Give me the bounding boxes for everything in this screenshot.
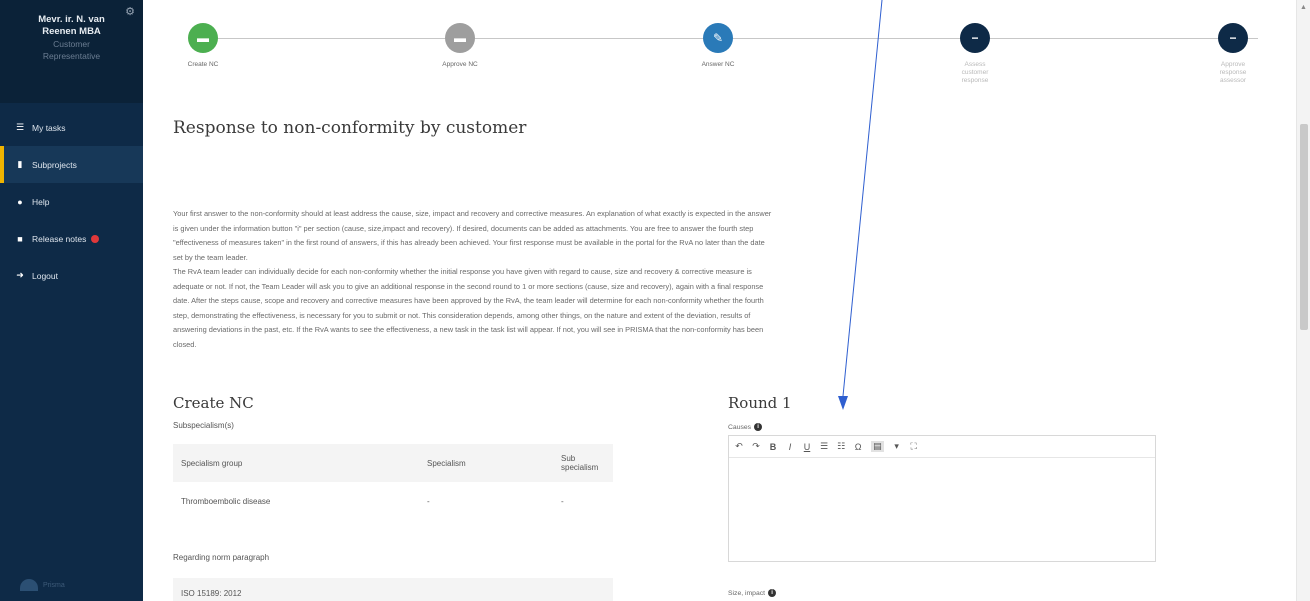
step-label-line: response — [1219, 69, 1247, 76]
section-title: Create NC — [173, 394, 254, 412]
user-name-line2: Reenen MBA — [42, 26, 101, 37]
step-answer-nc[interactable]: ✎ Answer NC — [673, 23, 763, 69]
gear-icon[interactable]: ⚙ — [125, 5, 135, 18]
info-icon[interactable]: i — [754, 423, 763, 431]
intro-line: Your first answer to the non-conformity … — [173, 209, 772, 218]
logo-text: Prisma — [43, 581, 65, 589]
step-assess-customer-response[interactable]: − Assess customer response — [930, 23, 1020, 85]
column-header: Sub specialism — [561, 454, 599, 472]
ordered-list-icon[interactable]: ☰ — [820, 441, 828, 452]
norm-paragraph-label: Regarding norm paragraph — [173, 553, 270, 562]
field-label-text: Causes — [728, 423, 752, 431]
specialism-table: Specialism group Specialism Sub speciali… — [173, 444, 613, 520]
bold-button[interactable]: B — [769, 442, 777, 452]
logout-icon: ➜ — [16, 270, 24, 280]
scrollbar-thumb[interactable] — [1300, 124, 1308, 330]
step-create-nc[interactable]: ▬ Create NC — [158, 23, 248, 69]
sidebar-nav: ☰ My tasks ▮ Subprojects ● Help ■ Releas… — [0, 109, 143, 294]
lock-icon: ▬ — [445, 23, 475, 53]
user-role-line2: Representative — [42, 51, 101, 61]
section-title: Round 1 — [728, 394, 792, 412]
pencil-icon: ✎ — [703, 23, 733, 53]
step-label-line: response — [961, 77, 989, 84]
info-icon: ● — [17, 196, 23, 207]
minus-icon: − — [960, 23, 990, 53]
step-label: Create NC — [187, 61, 219, 68]
intro-line: is given under the information button "i… — [173, 223, 754, 233]
user-panel: ⚙ Mevr. ir. N. van Reenen MBA Customer R… — [0, 0, 143, 103]
notes-icon: ■ — [17, 233, 23, 244]
scroll-up-icon[interactable]: ▲ — [1300, 4, 1307, 11]
table-row: Thromboembolic disease - - — [173, 482, 613, 520]
fullscreen-icon[interactable]: ⛶ — [910, 441, 918, 452]
special-char-icon[interactable]: Ω — [854, 442, 862, 452]
user-role-line1: Customer — [53, 39, 90, 49]
step-label: Answer NC — [701, 61, 735, 68]
page-scrollbar[interactable]: ▲ — [1296, 0, 1310, 601]
step-label-line: assessor — [1219, 77, 1246, 84]
notification-badge — [91, 234, 100, 243]
table-header-row: Specialism group Specialism Sub speciali… — [173, 444, 613, 482]
page-title: Response to non-conformity by customer — [173, 118, 527, 138]
subspecialism-label: Subspecialism(s) — [173, 421, 234, 430]
italic-button[interactable]: I — [786, 442, 794, 452]
minus-icon: − — [1218, 23, 1248, 53]
intro-line: closed. — [173, 339, 197, 349]
sidebar-item-my-tasks[interactable]: ☰ My tasks — [0, 109, 143, 146]
sidebar-item-subprojects[interactable]: ▮ Subprojects — [0, 146, 143, 183]
causes-label: Causes i — [728, 423, 1158, 431]
editor-toolbar: ↶ ↷ B I U ☰ ☷ Ω ▤ ▾ ⛶ — [729, 436, 1155, 458]
round-section: Round 1 Causes i ↶ ↷ B I U ☰ ☷ Ω ▤ ▾ ⛶ S… — [728, 394, 1158, 597]
size-impact-label: Size, impact i — [728, 589, 1158, 597]
user-name-line1: Mevr. ir. N. van — [38, 14, 105, 25]
sidebar-item-logout[interactable]: ➜ Logout — [0, 257, 143, 294]
chevron-down-icon[interactable]: ▾ — [893, 441, 901, 452]
step-label: Approve response assessor — [1188, 61, 1278, 85]
sidebar-item-label: Subprojects — [32, 159, 77, 170]
workflow-stepper: ▬ Create NC ▬ Approve NC ✎ Answer NC − A… — [143, 0, 1296, 104]
intro-line: date. After the steps cause, scope and r… — [173, 296, 764, 305]
sidebar-item-release-notes[interactable]: ■ Release notes — [0, 220, 143, 257]
step-label-line: Assess — [964, 61, 986, 68]
table-cell: - — [561, 496, 564, 506]
intro-line: The RvA team leader can individually dec… — [173, 267, 752, 276]
intro-text: Your first answer to the non-conformity … — [173, 207, 1043, 352]
bullet-list-icon[interactable]: ☷ — [837, 441, 845, 452]
step-label: Assess customer response — [930, 61, 1020, 85]
undo-icon[interactable]: ↶ — [735, 441, 743, 452]
causes-editor[interactable]: ↶ ↷ B I U ☰ ☷ Ω ▤ ▾ ⛶ — [728, 435, 1156, 562]
lock-icon: ▬ — [188, 23, 218, 53]
redo-icon[interactable]: ↷ — [752, 441, 760, 452]
prisma-logo: Prisma — [20, 579, 65, 591]
column-header: Specialism — [427, 458, 466, 468]
step-label-line: Approve — [1220, 61, 1246, 68]
table-cell: - — [427, 496, 430, 506]
sidebar-item-label: Release notes — [32, 233, 87, 244]
step-approve-nc[interactable]: ▬ Approve NC — [415, 23, 505, 69]
step-approve-response-assessor[interactable]: − Approve response assessor — [1188, 23, 1278, 85]
sidebar-item-label: Logout — [32, 270, 58, 281]
sidebar-item-help[interactable]: ● Help — [0, 183, 143, 220]
underline-button[interactable]: U — [803, 442, 811, 452]
list-icon: ☰ — [15, 122, 25, 132]
sidebar: ⚙ Mevr. ir. N. van Reenen MBA Customer R… — [0, 0, 143, 601]
column-header: Specialism group — [181, 458, 243, 468]
logo-mark-icon — [20, 579, 38, 591]
field-label-text: Size, impact — [728, 589, 766, 597]
intro-line: set by the team leader. — [173, 252, 248, 262]
create-nc-section: Create NC Subspecialism(s) Specialism gr… — [173, 394, 713, 601]
intro-line: step, demonstrating the effectiveness, i… — [173, 310, 751, 320]
step-label-line: customer — [961, 69, 989, 76]
info-icon[interactable]: i — [768, 589, 777, 597]
intro-line: "effectiveness of measures taken" in the… — [173, 238, 765, 247]
document-icon: ▮ — [17, 159, 23, 169]
sidebar-item-label: Help — [32, 196, 50, 207]
intro-line: adequate or not. If not, the Team Leader… — [173, 281, 764, 291]
highlight-icon[interactable]: ▤ — [871, 441, 884, 452]
table-cell: Thromboembolic disease — [181, 496, 271, 506]
norm-paragraph-value: ISO 15189: 2012 — [173, 578, 613, 601]
step-label: Approve NC — [442, 61, 478, 68]
sidebar-item-label: My tasks — [32, 122, 66, 133]
intro-line: answering deviations in the past, etc. I… — [173, 325, 764, 334]
